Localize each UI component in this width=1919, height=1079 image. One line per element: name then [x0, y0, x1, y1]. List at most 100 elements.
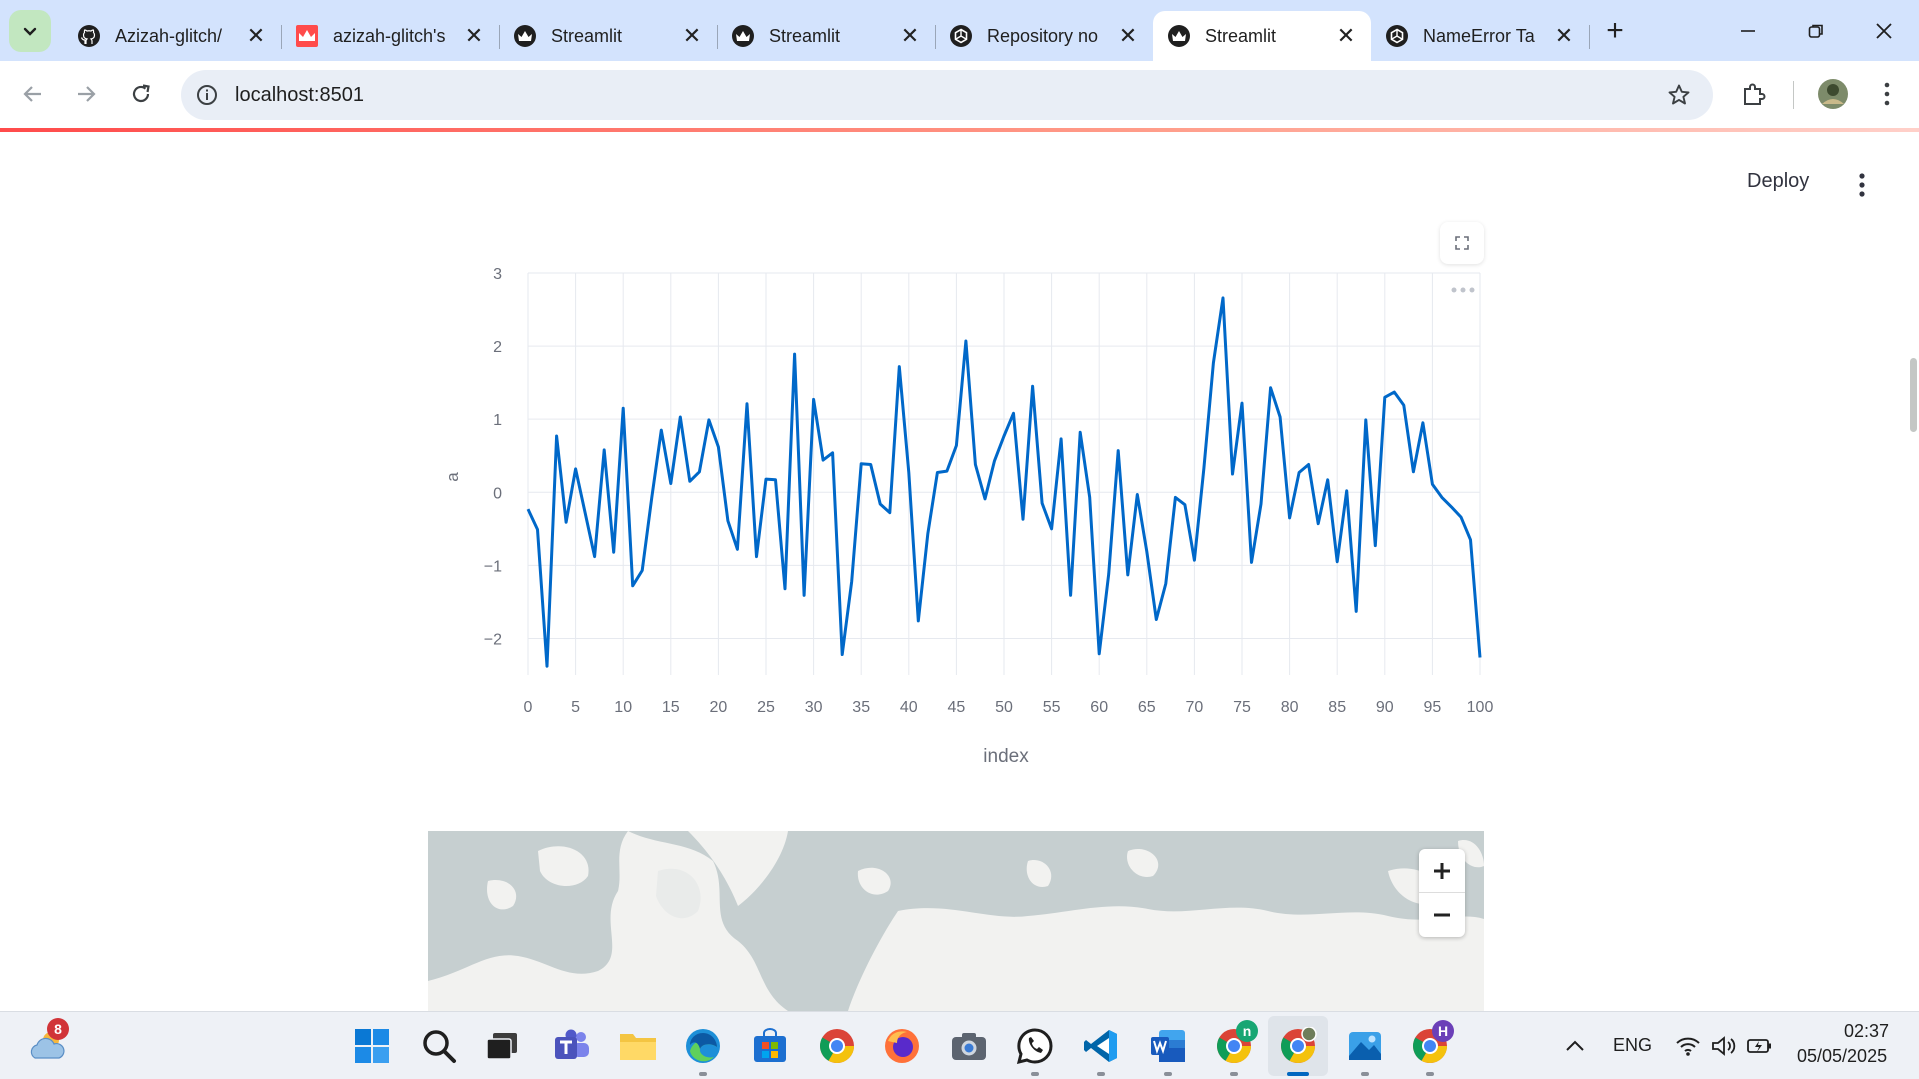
browser-tab-active[interactable]: Streamlit ✕ — [1153, 11, 1371, 61]
photos-app[interactable] — [1345, 1026, 1385, 1076]
network-status[interactable] — [1668, 1026, 1708, 1066]
deploy-button[interactable]: Deploy — [1747, 170, 1809, 193]
browser-menu-button[interactable] — [1867, 74, 1907, 114]
battery-status[interactable] — [1740, 1026, 1780, 1066]
windows-logo-icon — [355, 1029, 389, 1063]
close-tab-icon[interactable]: ✕ — [899, 23, 921, 48]
map-zoom-control — [1419, 849, 1465, 937]
back-button[interactable] — [13, 74, 53, 114]
browser-tab[interactable]: Azizah-glitch/ ✕ — [63, 11, 282, 61]
chrome-profile-active-app[interactable] — [1278, 1026, 1318, 1076]
running-indicator — [699, 1072, 707, 1076]
firefox-app[interactable] — [882, 1026, 922, 1066]
y-tick-label: 2 — [493, 339, 502, 356]
close-tab-icon[interactable]: ✕ — [463, 23, 485, 48]
weather-badge: 8 — [47, 1018, 69, 1040]
chrome-icon — [1281, 1027, 1317, 1063]
browser-tab[interactable]: azizah-glitch's ✕ — [281, 11, 500, 61]
browser-tab[interactable]: NameError Ta ✕ — [1371, 11, 1590, 61]
task-view-button[interactable] — [482, 1026, 522, 1066]
url-text[interactable]: localhost:8501 — [235, 84, 364, 107]
tab-search-button[interactable] — [9, 9, 51, 52]
x-tick-label: 75 — [1233, 699, 1251, 716]
close-tab-icon[interactable]: ✕ — [1117, 23, 1139, 48]
active-indicator — [1287, 1072, 1309, 1076]
close-window-button[interactable] — [1850, 0, 1918, 61]
vscode-app[interactable] — [1081, 1026, 1121, 1076]
chrome-profile-h-app[interactable]: H — [1410, 1020, 1454, 1076]
profile-badge: n — [1236, 1020, 1258, 1042]
new-tab-button[interactable]: + — [1597, 13, 1633, 49]
x-tick-label: 25 — [757, 699, 775, 716]
reload-button[interactable] — [121, 74, 161, 114]
show-hidden-icons-button[interactable] — [1555, 1026, 1595, 1066]
camera-icon — [952, 1033, 986, 1060]
speaker-icon — [1712, 1036, 1736, 1056]
plus-icon — [1434, 862, 1450, 879]
teams-app[interactable] — [552, 1026, 592, 1066]
task-view-icon — [486, 1033, 517, 1060]
close-tab-icon[interactable]: ✕ — [681, 23, 703, 48]
close-tab-icon[interactable]: ✕ — [245, 23, 267, 48]
tab-title: Azizah-glitch/ — [115, 25, 223, 46]
reload-icon — [132, 84, 150, 103]
streamlit-crown-red-icon — [295, 24, 319, 48]
edge-app[interactable] — [683, 1026, 723, 1076]
running-indicator — [1164, 1072, 1172, 1076]
streamlit-crown-icon — [513, 24, 537, 48]
weather-widget[interactable]: 8 — [27, 1018, 69, 1066]
forward-button[interactable] — [66, 74, 106, 114]
whatsapp-app[interactable] — [1015, 1026, 1055, 1076]
x-tick-label: 30 — [805, 699, 823, 716]
chrome-app[interactable] — [817, 1026, 857, 1066]
zoom-out-button[interactable] — [1419, 893, 1465, 937]
browser-tab[interactable]: Streamlit ✕ — [499, 11, 718, 61]
running-indicator — [1361, 1072, 1369, 1076]
site-info-icon[interactable] — [195, 83, 219, 107]
close-tab-icon[interactable]: ✕ — [1553, 23, 1575, 48]
expand-icon — [1455, 236, 1469, 250]
store-app[interactable] — [750, 1026, 790, 1066]
volume-control[interactable] — [1704, 1026, 1744, 1066]
search-button[interactable] — [419, 1026, 459, 1066]
restore-button[interactable] — [1782, 0, 1850, 61]
minus-icon — [1434, 913, 1450, 917]
camera-app[interactable] — [949, 1026, 989, 1066]
word-app[interactable] — [1148, 1026, 1188, 1076]
map[interactable] — [428, 831, 1484, 1011]
teams-icon — [555, 1029, 589, 1059]
address-bar[interactable]: localhost:8501 — [181, 70, 1713, 120]
tab-title: azizah-glitch's — [333, 25, 446, 46]
browser-tab[interactable]: Repository no ✕ — [935, 11, 1154, 61]
openai-icon — [1385, 24, 1409, 48]
minimize-button[interactable] — [1714, 0, 1782, 61]
windows-taskbar: 8 n H ENG 02:37 05/05/2025 — [0, 1011, 1919, 1079]
y-tick-label: 1 — [493, 412, 502, 429]
zoom-in-button[interactable] — [1419, 849, 1465, 893]
map-landmass — [428, 831, 1484, 1011]
x-tick-label: 15 — [662, 699, 680, 716]
x-axis-ticks: 0 5 10 15 20 25 30 35 40 45 50 55 60 65 70 75 80 85 90 95 10… — [524, 699, 1494, 716]
arrow-left-icon — [23, 86, 41, 102]
file-explorer-app[interactable] — [618, 1026, 658, 1066]
browser-tab[interactable]: Streamlit ✕ — [717, 11, 936, 61]
chrome-icon — [820, 1029, 854, 1063]
app-menu-icon[interactable] — [1852, 170, 1872, 200]
bookmark-star-icon[interactable] — [1667, 83, 1691, 107]
input-language[interactable]: ENG — [1613, 1035, 1652, 1056]
chrome-profile-n-app[interactable]: n — [1214, 1020, 1258, 1076]
vscode-icon — [1084, 1030, 1117, 1062]
clock-date: 05/05/2025 — [1797, 1046, 1888, 1066]
store-icon — [754, 1028, 786, 1062]
x-tick-label: 35 — [852, 699, 870, 716]
x-tick-label: 70 — [1186, 699, 1204, 716]
page-scrollbar[interactable] — [1910, 358, 1917, 432]
clock-time: 02:37 — [1844, 1021, 1890, 1041]
y-tick-label: 0 — [493, 485, 502, 502]
tab-title: Repository no — [987, 25, 1099, 46]
extensions-button[interactable] — [1734, 74, 1774, 114]
close-tab-icon[interactable]: ✕ — [1335, 23, 1357, 48]
start-button[interactable] — [352, 1026, 392, 1066]
profile-button[interactable] — [1813, 74, 1853, 114]
chart-actions-icon[interactable] — [1451, 287, 1475, 293]
